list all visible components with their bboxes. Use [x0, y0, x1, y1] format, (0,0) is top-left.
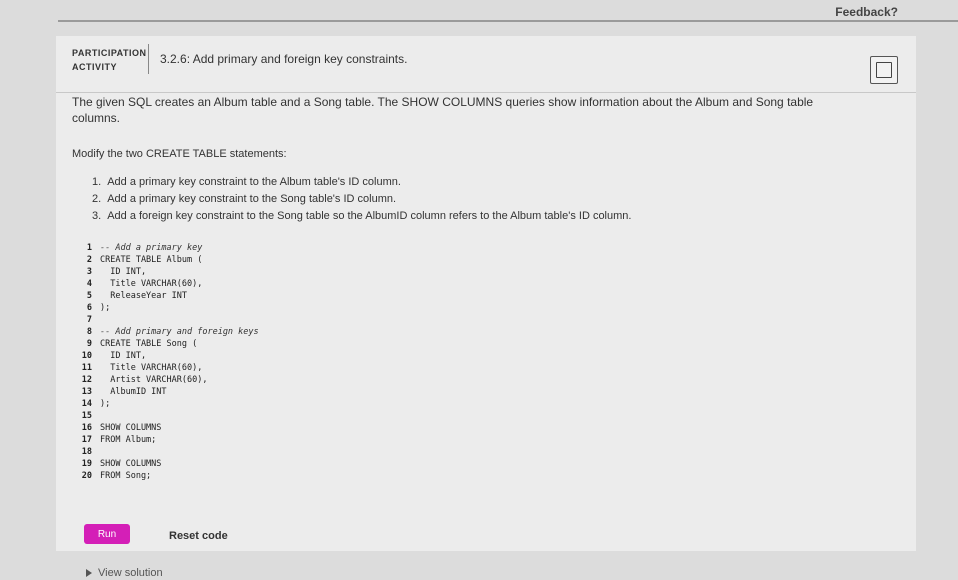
participation-activity-label: PARTICIPATION ACTIVITY — [72, 46, 147, 74]
code-line: 20 FROM Song; — [78, 470, 818, 482]
view-solution-label: View solution — [98, 567, 163, 579]
code-line: 19 SHOW COLUMNS — [78, 458, 818, 470]
completion-checkbox[interactable] — [870, 56, 898, 84]
code-text: ID INT, — [100, 351, 147, 361]
code-line: 15 — [78, 410, 818, 422]
step-number: 2. — [92, 193, 102, 205]
code-text: Artist VARCHAR(60), — [100, 375, 208, 385]
code-text: ); — [100, 399, 111, 409]
line-number: 6 — [86, 303, 92, 313]
participation-label-line1: PARTICIPATION — [72, 48, 147, 58]
instruction-step: 3. Add a foreign key constraint to the S… — [92, 208, 631, 225]
code-line: 8 -- Add primary and foreign keys — [78, 326, 818, 338]
line-number: 15 — [81, 411, 92, 421]
code-line: 7 — [78, 314, 818, 326]
header-separator — [148, 44, 149, 74]
code-text: -- Add a primary key — [100, 243, 203, 253]
step-number: 3. — [92, 210, 102, 222]
step-text: Add a foreign key constraint to the Song… — [107, 210, 632, 222]
code-line: 9 CREATE TABLE Song ( — [78, 338, 818, 350]
line-number: 17 — [81, 435, 92, 445]
line-number: 4 — [86, 279, 92, 289]
instructions-intro: The given SQL creates an Album table and… — [72, 95, 814, 125]
line-number: 1 — [86, 243, 92, 253]
code-text: CREATE TABLE Album ( — [100, 255, 203, 265]
code-line: 16 SHOW COLUMNS — [78, 422, 818, 434]
code-text: FROM Album; — [100, 435, 157, 445]
code-text: ReleaseYear INT — [100, 291, 187, 301]
top-divider — [58, 20, 958, 22]
run-button[interactable]: Run — [84, 524, 130, 544]
activity-header: PARTICIPATION ACTIVITY 3.2.6: Add primar… — [56, 36, 916, 93]
line-number: 13 — [81, 387, 92, 397]
line-number: 14 — [81, 399, 92, 409]
triangle-right-icon — [86, 569, 92, 577]
code-line: 11 Title VARCHAR(60), — [78, 362, 818, 374]
participation-label-line2: ACTIVITY — [72, 62, 118, 72]
code-text: CREATE TABLE Song ( — [100, 339, 198, 349]
view-solution-toggle[interactable]: View solution — [86, 567, 163, 579]
step-text: Add a primary key constraint to the Song… — [107, 193, 397, 205]
code-line: 13 AlbumID INT — [78, 386, 818, 398]
line-number: 20 — [81, 471, 92, 481]
line-number: 16 — [81, 423, 92, 433]
checkbox-icon — [876, 62, 892, 78]
feedback-link[interactable]: Feedback? — [835, 5, 898, 19]
code-line: 12 Artist VARCHAR(60), — [78, 374, 818, 386]
code-text: AlbumID INT — [100, 387, 167, 397]
line-number: 3 — [86, 267, 92, 277]
line-number: 2 — [86, 255, 92, 265]
line-number: 7 — [86, 315, 92, 325]
code-line: 5 ReleaseYear INT — [78, 290, 818, 302]
line-number: 9 — [86, 339, 92, 349]
code-text: SHOW COLUMNS — [100, 459, 162, 469]
line-number: 12 — [81, 375, 92, 385]
code-line: 1 -- Add a primary key — [78, 242, 818, 254]
code-text: Title VARCHAR(60), — [100, 279, 203, 289]
code-text: ); — [100, 303, 111, 313]
code-line: 6); — [78, 302, 818, 314]
instructions-modify: Modify the two CREATE TABLE statements: — [72, 148, 287, 160]
instruction-step: 2. Add a primary key constraint to the S… — [92, 191, 631, 208]
code-line: 3 ID INT, — [78, 266, 818, 278]
code-text: -- Add primary and foreign keys — [100, 327, 259, 337]
step-number: 1. — [92, 176, 102, 188]
reset-code-button[interactable]: Reset code — [169, 530, 228, 542]
line-number: 10 — [81, 351, 92, 361]
code-line: 18 — [78, 446, 818, 458]
code-text: FROM Song; — [100, 471, 152, 481]
code-text: SHOW COLUMNS — [100, 423, 162, 433]
line-number: 8 — [86, 327, 92, 337]
line-number: 5 — [86, 291, 92, 301]
line-number: 19 — [81, 459, 92, 469]
sql-code-editor[interactable]: 1 -- Add a primary key 2 CREATE TABLE Album… — [78, 242, 818, 518]
code-line: 10 ID INT, — [78, 350, 818, 362]
code-line: 17 FROM Album; — [78, 434, 818, 446]
instruction-step: 1. Add a primary key constraint to the A… — [92, 174, 631, 191]
step-text: Add a primary key constraint to the Albu… — [107, 176, 401, 188]
code-line: 4 Title VARCHAR(60), — [78, 278, 818, 290]
code-line: 2 CREATE TABLE Album ( — [78, 254, 818, 266]
line-number: 18 — [81, 447, 92, 457]
code-text: Title VARCHAR(60), — [100, 363, 203, 373]
code-line: 14); — [78, 398, 818, 410]
participation-activity-card: PARTICIPATION ACTIVITY 3.2.6: Add primar… — [56, 36, 916, 551]
activity-title: 3.2.6: Add primary and foreign key const… — [160, 52, 408, 66]
code-text: ID INT, — [100, 267, 147, 277]
line-number: 11 — [81, 363, 92, 373]
instruction-steps: 1. Add a primary key constraint to the A… — [92, 174, 631, 225]
